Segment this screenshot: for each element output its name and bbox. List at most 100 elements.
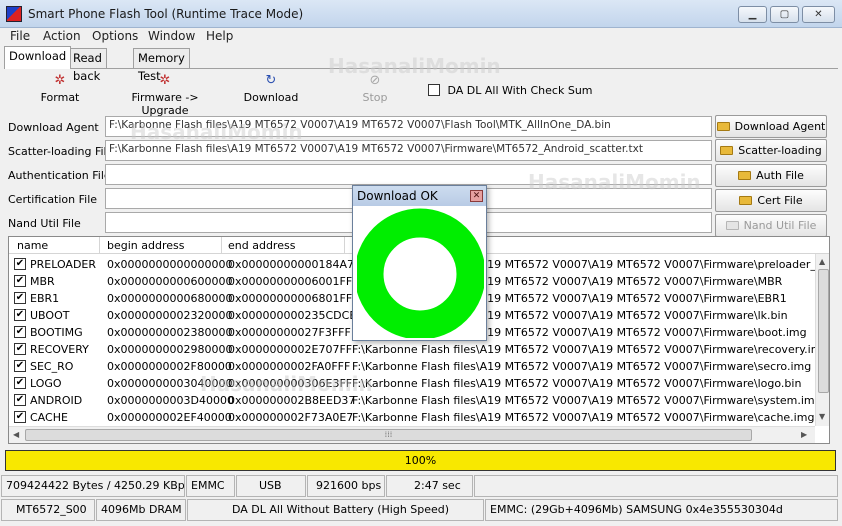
vertical-scroll-thumb[interactable] xyxy=(818,269,829,393)
nand-util-button[interactable]: Nand Util File xyxy=(715,214,827,237)
folder-icon xyxy=(725,221,739,230)
row-name: LOGO xyxy=(30,377,62,390)
stop-button[interactable]: ⊘ Stop xyxy=(358,73,392,105)
format-button[interactable]: ✲ Format xyxy=(40,74,80,105)
firmware-upgrade-button[interactable]: ✲ Firmware -> Upgrade xyxy=(112,74,218,118)
row-begin: 0x0000000002F80000 xyxy=(107,360,232,373)
scatter-loading-button[interactable]: Scatter-loading xyxy=(715,139,827,162)
download-button[interactable]: ↻ Download xyxy=(243,73,299,105)
close-icon: ✕ xyxy=(814,9,823,20)
status-empty xyxy=(474,475,838,497)
column-name[interactable]: name xyxy=(17,239,48,252)
auth-file-button[interactable]: Auth File xyxy=(715,164,827,187)
column-divider[interactable] xyxy=(344,237,345,254)
checksum-option[interactable]: DA DL All With Check Sum xyxy=(428,83,593,97)
menu-file[interactable]: File xyxy=(10,29,30,43)
checksum-label: DA DL All With Check Sum xyxy=(447,83,593,97)
row-location: F:\Karbonne Flash files\A19 MT6572 V0007… xyxy=(352,360,812,373)
status-emmc: EMMC: (29Gb+4096Mb) SAMSUNG 0x4e35553030… xyxy=(485,499,838,521)
menu-window[interactable]: Window xyxy=(148,29,195,43)
row-end: 0x0000000002E707FF xyxy=(228,343,353,356)
progress-label: 100% xyxy=(404,454,437,467)
table-row[interactable]: ✔ SEC_RO 0x0000000002F80000 0x0000000002FA0… xyxy=(9,358,815,375)
folder-icon xyxy=(739,196,753,205)
horizontal-scroll-thumb[interactable]: ⁞⁞⁞ xyxy=(25,429,752,441)
row-location: F:\Karbonne Flash files\A19 MT6572 V0007… xyxy=(352,377,802,390)
status-port: USB xyxy=(236,475,306,497)
row-checkbox[interactable]: ✔ xyxy=(14,360,26,372)
vertical-scrollbar[interactable]: ▲ ▼ xyxy=(815,254,829,426)
auth-file-field[interactable] xyxy=(105,164,712,185)
row-name: BOOTIMG xyxy=(30,326,83,339)
row-end: 0x00000000006801FF xyxy=(228,292,353,305)
row-begin: 0x0000000000600000 xyxy=(107,275,233,288)
tab-panel-border xyxy=(4,68,838,69)
row-checkbox[interactable]: ✔ xyxy=(14,292,26,304)
tab-memory-test[interactable]: Memory Test xyxy=(133,48,190,83)
column-divider[interactable] xyxy=(99,237,100,254)
app-icon xyxy=(6,6,22,22)
tab-download[interactable]: Download xyxy=(4,46,72,69)
success-ring-icon xyxy=(357,208,484,338)
row-end: 0x000000002B8EED37 xyxy=(228,394,356,407)
row-end: 0x000000000306E3FF xyxy=(228,377,353,390)
download-agent-button[interactable]: Download Agent xyxy=(715,115,827,138)
row-checkbox[interactable]: ✔ xyxy=(14,411,26,423)
row-checkbox[interactable]: ✔ xyxy=(14,377,26,389)
window-title: Smart Phone Flash Tool (Runtime Trace Mo… xyxy=(28,7,304,21)
minimize-button[interactable]: ▁ xyxy=(738,6,767,23)
scroll-down-icon[interactable]: ▼ xyxy=(819,412,825,421)
row-checkbox[interactable]: ✔ xyxy=(14,343,26,355)
row-begin: 0x0000000002980000 xyxy=(107,343,233,356)
row-checkbox[interactable]: ✔ xyxy=(14,394,26,406)
table-row[interactable]: ✔ LOGO 0x0000000003040000 0x000000000306E3F… xyxy=(9,375,815,392)
nand-util-label: Nand Util File xyxy=(8,217,81,230)
close-icon: ✕ xyxy=(472,191,481,201)
menu-help[interactable]: Help xyxy=(206,29,233,43)
scatter-loading-button-label: Scatter-loading xyxy=(738,144,822,157)
row-begin: 0x0000000003040000 xyxy=(107,377,233,390)
menu-action[interactable]: Action xyxy=(43,29,81,43)
scroll-right-icon[interactable]: ▶ xyxy=(801,430,807,439)
menu-options[interactable]: Options xyxy=(92,29,138,43)
column-begin-address[interactable]: begin address xyxy=(107,239,184,252)
row-checkbox[interactable]: ✔ xyxy=(14,309,26,321)
status-ram: 4096Mb DRAM xyxy=(96,499,186,521)
close-button[interactable]: ✕ xyxy=(802,6,835,23)
scatter-file-field[interactable]: F:\Karbonne Flash files\A19 MT6572 V0007… xyxy=(105,140,712,161)
tab-read-back[interactable]: Read back xyxy=(68,48,107,83)
firmware-upgrade-label: Firmware -> Upgrade xyxy=(131,91,199,117)
download-arrow-icon: ↻ xyxy=(265,73,277,88)
minimize-icon: ▁ xyxy=(748,9,757,20)
row-begin: 0x0000000003D40000 xyxy=(107,394,234,407)
table-row[interactable]: ✔ CACHE 0x000000002EF40000 0x000000002F73A0… xyxy=(9,409,815,426)
row-checkbox[interactable]: ✔ xyxy=(14,275,26,287)
horizontal-scrollbar[interactable]: ◀ ⁞⁞⁞ ▶ xyxy=(9,426,815,443)
scroll-left-icon[interactable]: ◀ xyxy=(13,430,19,439)
dialog-title: Download OK xyxy=(353,186,486,206)
scroll-up-icon[interactable]: ▲ xyxy=(819,257,825,266)
cert-file-button[interactable]: Cert File xyxy=(715,189,827,212)
row-begin: 0x0000000002380000 xyxy=(107,326,233,339)
maximize-button[interactable]: ▢ xyxy=(770,6,799,23)
checksum-checkbox[interactable] xyxy=(428,84,440,96)
row-checkbox[interactable]: ✔ xyxy=(14,326,26,338)
table-row[interactable]: ✔ RECOVERY 0x0000000002980000 0x0000000002E… xyxy=(9,341,828,358)
folder-icon xyxy=(720,146,734,155)
download-agent-field[interactable]: F:\Karbonne Flash files\A19 MT6572 V0007… xyxy=(105,116,712,137)
stop-icon: ⊘ xyxy=(369,73,381,88)
row-checkbox[interactable]: ✔ xyxy=(14,258,26,270)
title-bar: Smart Phone Flash Tool (Runtime Trace Mo… xyxy=(0,0,842,28)
column-end-address[interactable]: end address xyxy=(228,239,295,252)
row-end: 0x000000000235CDCB xyxy=(228,309,357,322)
row-end: 0x0000000002FA0FFF xyxy=(228,360,351,373)
row-name: PRELOADER xyxy=(30,258,97,271)
table-row[interactable]: ✔ ANDROID 0x0000000003D40000 0x000000002B8E… xyxy=(9,392,822,409)
row-name: RECOVERY xyxy=(30,343,89,356)
status-bar-primary: 709424422 Bytes / 4250.29 KBps EMMC USB … xyxy=(0,474,842,498)
dialog-close-button[interactable]: ✕ xyxy=(470,190,483,202)
row-name: ANDROID xyxy=(30,394,83,407)
folder-icon xyxy=(716,122,730,131)
row-end: 0x00000000006001FF xyxy=(228,275,353,288)
column-divider[interactable] xyxy=(221,237,222,254)
